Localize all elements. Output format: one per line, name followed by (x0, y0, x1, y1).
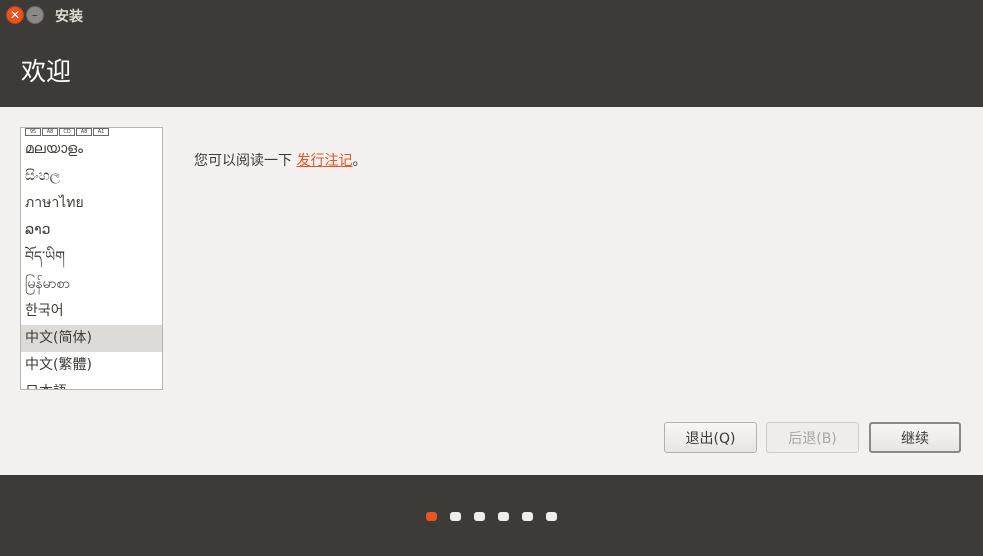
title-bar: ✕ – 安装 (0, 0, 983, 30)
glyph-box: 95 (25, 128, 41, 136)
language-item-tibetan[interactable]: བོད་ཡིག (21, 244, 162, 271)
progress-dot-2 (450, 512, 461, 521)
progress-dot-6 (546, 512, 557, 521)
language-item-korean[interactable]: 한국어 (21, 298, 162, 325)
language-item-malayalam[interactable]: മലയാളം (21, 136, 162, 163)
language-list[interactable]: 95 A8 CD A8 A1 മലയാളം සිංහල ภาษาไทย ລາວ … (20, 127, 163, 390)
language-item-sinhala[interactable]: සිංහල (21, 163, 162, 190)
progress-dot-5 (522, 512, 533, 521)
progress-dots (0, 512, 983, 522)
list-item-partial: 95 A8 CD A8 A1 (21, 128, 162, 136)
language-item-japanese[interactable]: 日本語 (21, 379, 162, 389)
footer (0, 475, 983, 556)
progress-dot-4 (498, 512, 509, 521)
window-title: 安装 (55, 9, 83, 25)
back-button[interactable]: 后退(B) (766, 422, 859, 453)
glyph-box: A1 (93, 128, 109, 136)
release-notes-prefix: 您可以阅读一下 (194, 153, 297, 169)
release-notes-link[interactable]: 发行注记 (296, 153, 352, 169)
glyph-box: A8 (42, 128, 58, 136)
glyph-box: CD (59, 128, 75, 136)
quit-button[interactable]: 退出(Q) (664, 422, 757, 453)
close-icon[interactable]: ✕ (6, 6, 24, 24)
continue-button[interactable]: 继续 (869, 422, 961, 453)
language-item-thai[interactable]: ภาษาไทย (21, 190, 162, 217)
language-item-burmese[interactable]: မြန်မာစာ (21, 271, 162, 298)
release-notes-text: 您可以阅读一下 发行注记。 (194, 150, 366, 170)
page-header: 欢迎 (0, 30, 983, 107)
progress-dot-1 (426, 512, 437, 521)
language-item-chinese-simplified[interactable]: 中文(简体) (21, 325, 162, 352)
progress-dot-3 (474, 512, 485, 521)
minimize-icon[interactable]: – (26, 6, 44, 24)
language-item-lao[interactable]: ລາວ (21, 217, 162, 244)
page-title: 欢迎 (21, 57, 72, 86)
language-item-chinese-traditional[interactable]: 中文(繁體) (21, 352, 162, 379)
glyph-box: A8 (76, 128, 92, 136)
release-notes-suffix: 。 (352, 153, 367, 169)
